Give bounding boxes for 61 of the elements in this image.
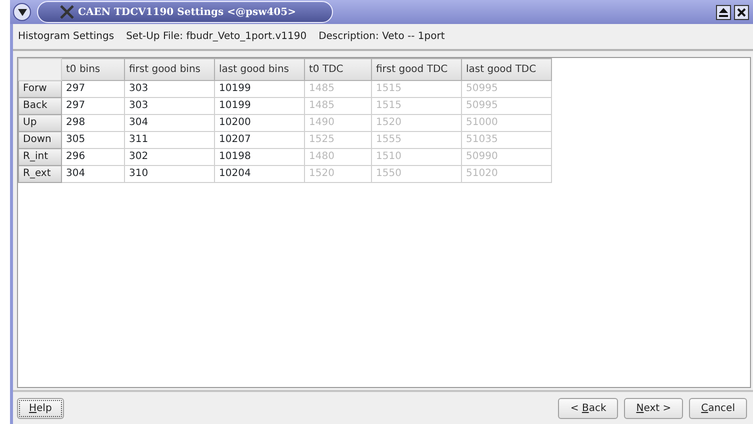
table-cell: 304 xyxy=(124,114,214,132)
table-cell: 1485 xyxy=(304,98,372,114)
close-button[interactable] xyxy=(734,4,749,20)
help-button[interactable]: Help xyxy=(17,398,64,419)
header-text: Description: Veto -- 1port xyxy=(318,30,445,44)
shade-button[interactable] xyxy=(716,4,731,20)
column-header[interactable]: t0 bins xyxy=(62,58,124,80)
app-icon xyxy=(60,5,74,19)
window-menu-button[interactable] xyxy=(13,3,31,21)
caret-icon xyxy=(18,8,26,16)
table-cell: 50995 xyxy=(462,98,552,114)
table-cell: 50990 xyxy=(462,148,552,166)
table-cell: 303 xyxy=(124,98,214,114)
table-cell: 10199 xyxy=(214,98,304,114)
table-cell: 298 xyxy=(62,114,124,132)
cancel-button[interactable]: Cancel xyxy=(689,398,747,419)
table-cell: 51035 xyxy=(462,132,552,148)
table-cell: 1485 xyxy=(304,80,372,98)
table-cell: 1550 xyxy=(372,166,462,182)
column-header[interactable]: first good bins xyxy=(124,58,214,80)
table-cell: 296 xyxy=(62,148,124,166)
table-cell: 10199 xyxy=(214,80,304,98)
table-cell: 297 xyxy=(62,98,124,114)
table-cell: 311 xyxy=(124,132,214,148)
column-header[interactable]: last good bins xyxy=(214,58,304,80)
row-header[interactable]: Up xyxy=(18,114,62,132)
table-cell: 10204 xyxy=(214,166,304,182)
header-text: Histogram Settings xyxy=(18,30,114,44)
table-cell: 1515 xyxy=(372,80,462,98)
table-cell: 305 xyxy=(62,132,124,148)
table-cell: 304 xyxy=(62,166,124,182)
row-header[interactable]: R_int xyxy=(18,148,62,166)
table-cell: 51020 xyxy=(462,166,552,182)
table-cell: 10198 xyxy=(214,148,304,166)
table-cell: 1480 xyxy=(304,148,372,166)
row-header[interactable]: Forw xyxy=(18,80,62,98)
back-button[interactable]: < Back xyxy=(558,398,618,419)
table-cell: 1555 xyxy=(372,132,462,148)
row-header[interactable]: Back xyxy=(18,98,62,114)
column-header[interactable]: t0 TDC xyxy=(304,58,372,80)
table-cell: 303 xyxy=(124,80,214,98)
table-cell: 1525 xyxy=(304,132,372,148)
table-cell: 1520 xyxy=(304,166,372,182)
table-cell: 1510 xyxy=(372,148,462,166)
column-header[interactable]: first good TDC xyxy=(372,58,462,80)
column-header[interactable]: last good TDC xyxy=(462,58,552,80)
next-button[interactable]: Next > xyxy=(624,398,684,419)
window-title: CAEN TDCV1190 Settings <@psw405> xyxy=(78,6,296,20)
table-cell: 302 xyxy=(124,148,214,166)
row-header[interactable]: R_ext xyxy=(18,166,62,182)
table-cell: 50995 xyxy=(462,80,552,98)
table-cell: 10207 xyxy=(214,132,304,148)
row-header[interactable]: Down xyxy=(18,132,62,148)
table-cell: 1490 xyxy=(304,114,372,132)
table-cell: 310 xyxy=(124,166,214,182)
table-cell: 1515 xyxy=(372,98,462,114)
table-cell: 10200 xyxy=(214,114,304,132)
table-cell: 297 xyxy=(62,80,124,98)
table-cell: 51000 xyxy=(462,114,552,132)
header-text: Set-Up File: fbudr_Veto_1port.v1190 xyxy=(126,30,307,44)
table-cell: 1520 xyxy=(372,114,462,132)
